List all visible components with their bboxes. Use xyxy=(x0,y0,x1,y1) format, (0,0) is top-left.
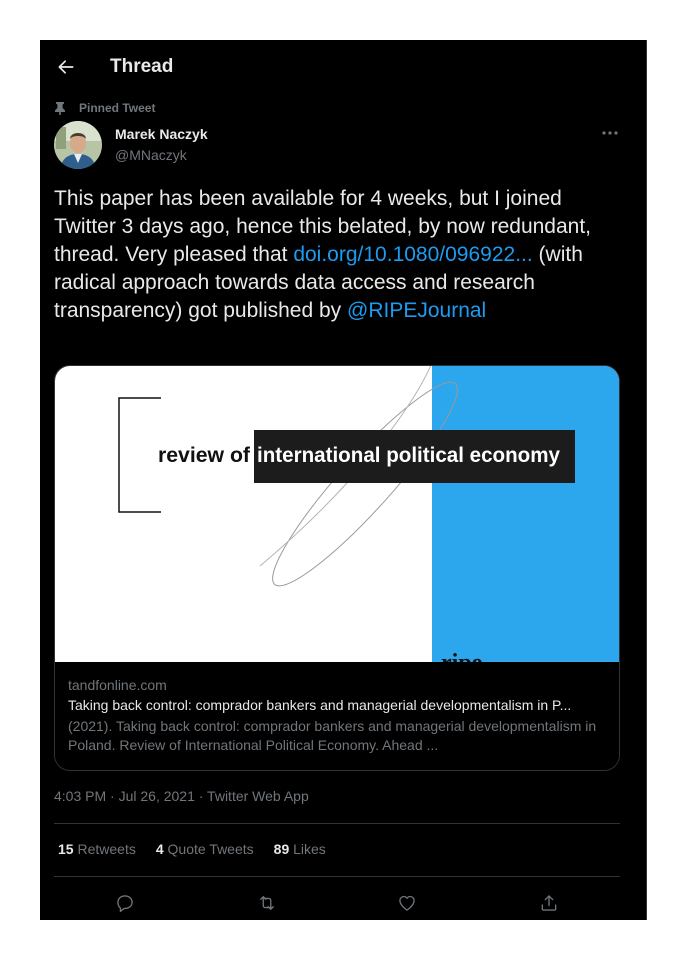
back-button[interactable] xyxy=(52,53,80,81)
card-info: tandfonline.com Taking back control: com… xyxy=(55,662,619,770)
share-icon xyxy=(541,895,557,911)
divider xyxy=(54,876,620,877)
likes-count: 89 xyxy=(273,841,290,857)
retweets-count: 15 xyxy=(58,841,74,857)
author-handle[interactable]: @MNaczyk xyxy=(115,147,187,163)
tweet-actions xyxy=(54,886,620,920)
tweet-text: This paper has been available for 4 week… xyxy=(54,185,624,325)
reply-icon xyxy=(117,895,133,912)
journal-mention-link[interactable]: @RIPEJournal xyxy=(347,299,486,322)
more-button[interactable] xyxy=(596,123,624,143)
link-card[interactable]: review of international political econom… xyxy=(54,365,620,771)
share-button[interactable] xyxy=(536,890,562,916)
doi-link[interactable]: doi.org/10.1080/096922... xyxy=(293,243,532,266)
pin-icon xyxy=(55,101,65,115)
quote-tweets-stat[interactable]: 4 Quote Tweets xyxy=(156,841,254,857)
thread-panel: Thread Pinned Tweet Marek Naczyk @MNaczy… xyxy=(40,40,647,920)
divider xyxy=(54,823,620,824)
card-description: (2021). Taking back control: comprador b… xyxy=(68,718,597,753)
retweet-button[interactable] xyxy=(254,890,280,916)
retweets-stat[interactable]: 15 Retweets xyxy=(58,841,136,857)
thread-header: Thread xyxy=(40,40,637,94)
reply-button[interactable] xyxy=(112,890,138,916)
quotes-label: Quote Tweets xyxy=(167,841,254,857)
likes-label: Likes xyxy=(293,841,326,857)
card-image-text-prefix: review of xyxy=(158,444,251,467)
pinned-indicator: Pinned Tweet xyxy=(54,101,155,115)
like-button[interactable] xyxy=(394,890,420,916)
engagement-stats: 15 Retweets 4 Quote Tweets 89 Likes xyxy=(58,841,326,857)
quotes-count: 4 xyxy=(155,841,164,857)
heart-icon xyxy=(399,895,415,911)
pinned-label: Pinned Tweet xyxy=(79,101,156,115)
card-domain: tandfonline.com xyxy=(68,677,167,693)
more-icon xyxy=(602,131,618,135)
page-title: Thread xyxy=(110,56,174,77)
avatar[interactable] xyxy=(54,121,102,169)
card-image-logo: ripe xyxy=(441,650,483,662)
card-title: Taking back control: comprador bankers a… xyxy=(68,697,572,713)
retweet-icon xyxy=(260,896,274,910)
likes-stat[interactable]: 89 Likes xyxy=(274,841,326,857)
arrow-left-icon xyxy=(58,60,74,74)
card-image-graphic: review of international political econom… xyxy=(118,366,575,662)
retweets-label: Retweets xyxy=(77,841,136,857)
tweet-timestamp[interactable]: 4:03 PM · Jul 26, 2021 · Twitter Web App xyxy=(54,788,309,804)
card-image: review of international political econom… xyxy=(55,366,619,662)
card-image-text-highlight: international political economy xyxy=(257,444,560,467)
author-name[interactable]: Marek Naczyk xyxy=(115,126,208,142)
